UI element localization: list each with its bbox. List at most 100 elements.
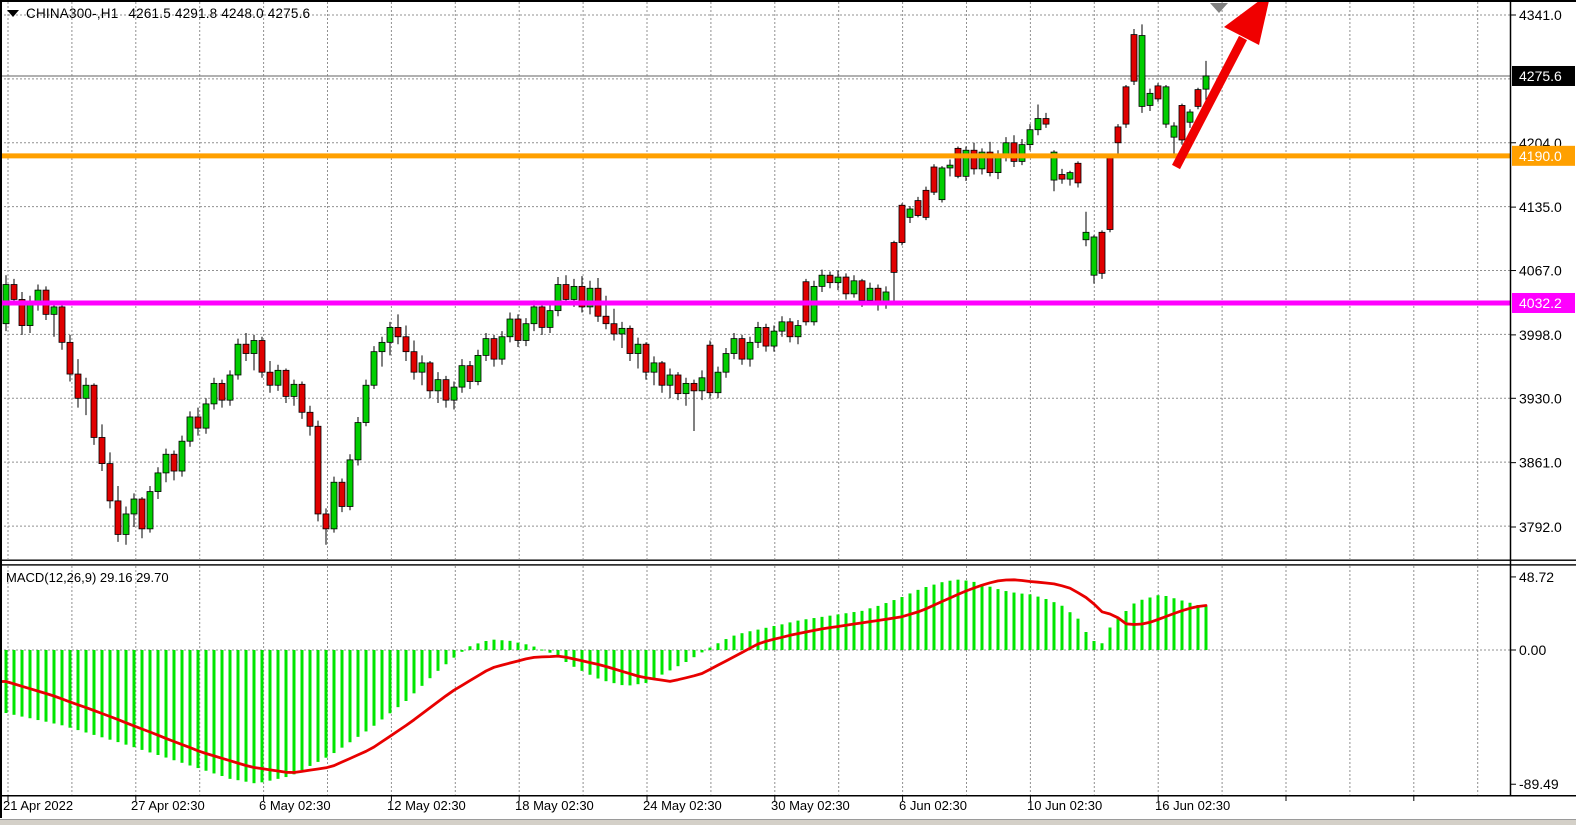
candle-body xyxy=(379,342,385,351)
candle-body xyxy=(83,385,89,398)
macd-histogram-bar xyxy=(981,584,984,650)
candle-body xyxy=(867,288,873,300)
time-label: 18 May 02:30 xyxy=(515,798,594,813)
macd-histogram-bar xyxy=(1093,641,1096,650)
candle-body xyxy=(99,437,105,463)
macd-histogram-bar xyxy=(733,636,736,650)
pane-separator[interactable] xyxy=(0,560,1576,561)
candle-body xyxy=(219,383,225,400)
macd-histogram-bar xyxy=(341,650,344,748)
candle-body xyxy=(443,380,449,401)
macd-histogram-bar xyxy=(685,650,688,662)
price-axis[interactable]: 4341.04204.04135.04067.03998.03930.03861… xyxy=(1510,7,1575,792)
macd-histogram-bar xyxy=(797,621,800,650)
macd-histogram-bar xyxy=(1005,591,1008,650)
time-label: 6 Jun 02:30 xyxy=(899,798,967,813)
macd-histogram-bar xyxy=(285,650,288,777)
candle-body xyxy=(267,372,273,385)
candle-body xyxy=(59,307,65,342)
candle-body xyxy=(499,337,505,359)
candle-body xyxy=(939,168,945,200)
macd-histogram-bar xyxy=(1013,593,1016,650)
candle-body xyxy=(363,385,369,422)
macd-histogram-bar xyxy=(373,650,376,726)
candle-body xyxy=(171,454,177,471)
candle-body xyxy=(315,426,321,514)
candle-body xyxy=(91,385,97,437)
candle-body xyxy=(1035,119,1041,130)
time-label: 6 May 02:30 xyxy=(259,798,331,813)
pane-borders xyxy=(0,0,1576,818)
candle-body xyxy=(259,340,265,372)
macd-histogram-bar xyxy=(765,628,768,650)
macd-histogram-bar xyxy=(69,650,72,728)
macd-histogram-bar xyxy=(1125,611,1128,650)
macd-histogram-bar xyxy=(1181,601,1184,651)
candle-body xyxy=(731,339,737,354)
trend-arrow-head[interactable] xyxy=(1224,0,1271,45)
chart-canvas[interactable]: 4341.04204.04135.04067.03998.03930.03861… xyxy=(0,0,1576,825)
candle-body xyxy=(739,339,745,360)
macd-histogram-bar xyxy=(669,650,672,670)
macd-histogram-bar xyxy=(1197,605,1200,650)
candle-body xyxy=(251,340,257,353)
macd-histogram-bar xyxy=(973,582,976,650)
candle-body xyxy=(627,328,633,353)
candle-body xyxy=(1011,143,1017,162)
candle-body xyxy=(707,345,713,393)
macd-histogram-bar xyxy=(821,617,824,650)
trend-arrow-shaft[interactable] xyxy=(1176,38,1243,167)
candle-body xyxy=(467,366,473,382)
candle-body xyxy=(11,285,17,300)
macd-histogram-bar xyxy=(93,650,96,735)
candle-body xyxy=(715,372,721,393)
macd-histogram-bar xyxy=(861,611,864,650)
candle-body xyxy=(283,370,289,396)
trend-arrow[interactable] xyxy=(1176,0,1271,167)
symbol-dropdown-icon[interactable] xyxy=(7,10,19,17)
macd-histogram-bar xyxy=(165,650,168,758)
candle-body xyxy=(339,482,345,506)
macd-histogram-bar xyxy=(429,650,432,678)
candle-body xyxy=(1203,76,1209,89)
time-label: 10 Jun 02:30 xyxy=(1027,798,1102,813)
macd-histogram-bar xyxy=(845,613,848,650)
macd-histogram-bar xyxy=(1029,594,1032,650)
macd-histogram-bar xyxy=(1165,596,1168,650)
pane-separator[interactable] xyxy=(0,564,1576,565)
candle-body xyxy=(323,514,329,529)
macd-histogram-bar xyxy=(1077,619,1080,650)
macd-histogram-bar xyxy=(757,630,760,650)
macd-histogram-bar xyxy=(389,650,392,713)
candle-body xyxy=(1171,126,1177,137)
grid-lines xyxy=(0,2,1511,795)
candle-body xyxy=(851,281,857,294)
candle-body xyxy=(411,352,417,373)
candle-body xyxy=(491,339,497,360)
macd-histogram-bar xyxy=(245,650,248,782)
candle-body xyxy=(1083,232,1089,239)
macd-histogram-bar xyxy=(717,643,720,650)
macd-histogram-bar xyxy=(709,648,712,650)
candle-body xyxy=(243,344,249,353)
candle-body xyxy=(523,324,529,341)
time-axis[interactable]: 21 Apr 202227 Apr 02:306 May 02:3012 May… xyxy=(0,798,1510,818)
candle-body xyxy=(1019,145,1025,162)
macd-histogram-bar xyxy=(421,650,424,686)
macd-histogram-bar xyxy=(469,646,472,650)
candle-body xyxy=(51,307,57,314)
macd-histogram-bar xyxy=(277,650,280,779)
candle-body xyxy=(1155,86,1161,99)
resistance-price-badge-label: 4190.0 xyxy=(1519,148,1562,164)
macd-histogram-bar xyxy=(101,650,104,737)
candle-body xyxy=(659,363,665,385)
macd-histogram-bar xyxy=(933,585,936,650)
candle-body xyxy=(835,277,841,283)
candle-body xyxy=(619,328,625,334)
chart-shift-marker-icon[interactable] xyxy=(1210,3,1228,13)
macd-histogram-bar xyxy=(1069,612,1072,650)
candle-body xyxy=(67,342,73,374)
macd-histogram-bar xyxy=(125,650,128,745)
candle-body xyxy=(483,339,489,356)
candle-body xyxy=(755,327,761,342)
